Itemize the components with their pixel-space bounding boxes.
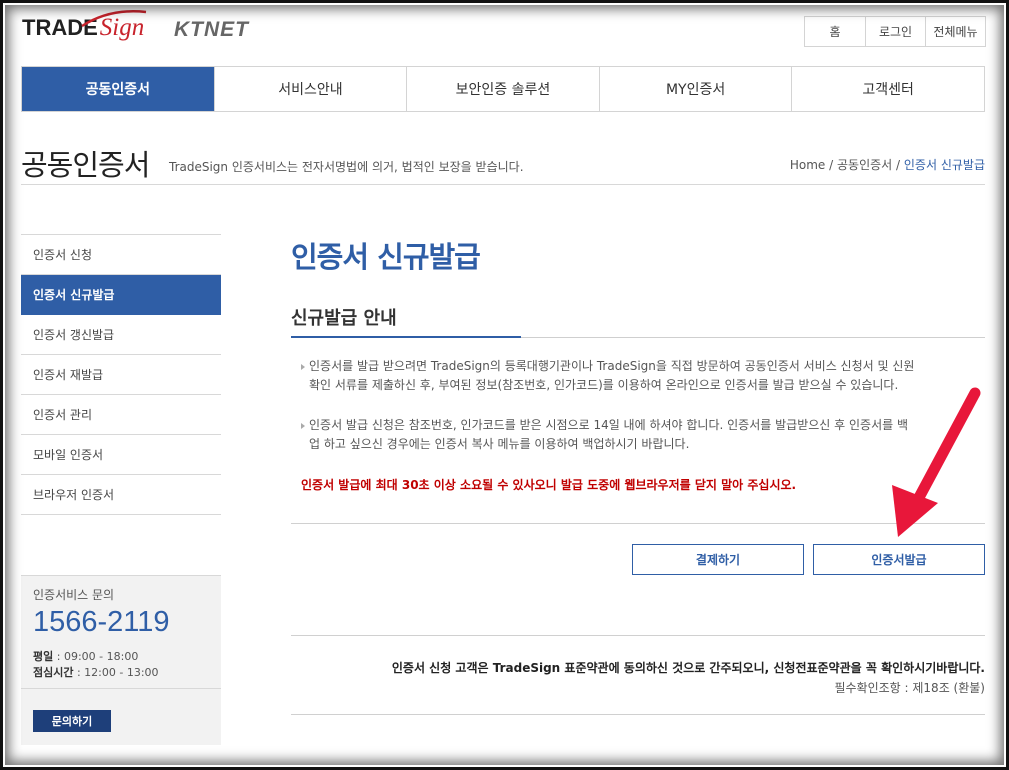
content-title: 인증서 신규발급 — [291, 240, 481, 274]
side-menu-apply[interactable]: 인증서 신청 — [21, 235, 221, 275]
page-title: 공동인증서 — [21, 148, 150, 182]
nav-certificate[interactable]: 공동인증서 — [22, 67, 214, 111]
home-link[interactable]: 홈 — [805, 17, 865, 46]
breadcrumb-current: 인증서 신규발급 — [903, 158, 985, 172]
guide-paragraph-2-line-1: 인증서 발급 신청은 참조번호, 인가코드를 받은 시점으로 14일 내에 하셔… — [309, 418, 908, 432]
breadcrumb-certificate[interactable]: 공동인증서 — [837, 158, 892, 172]
inquiry-button[interactable]: 문의하기 — [33, 710, 111, 732]
side-menu-browser[interactable]: 브라우저 인증서 — [21, 475, 221, 515]
breadcrumb-home[interactable]: Home — [790, 158, 825, 172]
nav-security-solution[interactable]: 보안인증 솔루션 — [406, 67, 599, 111]
subtitle-underline — [291, 336, 521, 338]
contact-lunch: 점심시간 : 12:00 - 13:00 — [33, 664, 159, 680]
annotation-arrow-icon — [892, 387, 981, 537]
side-menu: 인증서 신청 인증서 신규발급 인증서 갱신발급 인증서 재발급 인증서 관리 … — [21, 234, 221, 515]
terms-divider-bottom — [291, 714, 985, 715]
side-menu-new-issue[interactable]: 인증서 신규발급 — [21, 275, 221, 315]
lunch-label: 점심시간 — [33, 666, 74, 679]
guide-paragraph-1: 인증서를 발급 받으려면 TradeSign의 등록대행기관이나 TradeSi… — [309, 357, 979, 395]
page-description: TradeSign 인증서비스는 전자서명법에 의거, 법적인 보장을 받습니다… — [169, 160, 524, 174]
side-menu-manage[interactable]: 인증서 관리 — [21, 395, 221, 435]
ktnet-logo[interactable]: KTNET — [174, 18, 249, 42]
nav-customer-center[interactable]: 고객센터 — [791, 67, 984, 111]
all-menu-link[interactable]: 전체메뉴 — [925, 17, 985, 46]
terms-clause: 필수확인조항 : 제18조 (환불) — [834, 681, 985, 695]
section-subtitle: 신규발급 안내 — [291, 308, 397, 329]
breadcrumb-separator: / — [829, 158, 837, 172]
guide-paragraph-1-line-1: 인증서를 발급 받으려면 TradeSign의 등록대행기관이나 TradeSi… — [309, 359, 915, 373]
issue-certificate-button[interactable]: 인증서발급 — [813, 544, 985, 575]
side-menu-mobile[interactable]: 모바일 인증서 — [21, 435, 221, 475]
breadcrumb-separator: / — [896, 158, 904, 172]
weekday-label: 평일 — [33, 650, 54, 663]
guide-paragraph-2-line-2: 업 하고 싶으신 경우에는 인증서 복사 메뉴를 이용하여 백업하시기 바랍니다… — [309, 437, 690, 451]
breadcrumb: Home / 공동인증서 / 인증서 신규발급 — [790, 156, 985, 173]
terms-notice: 인증서 신청 고객은 TradeSign 표준약관에 동의하신 것으로 간주되오… — [391, 661, 985, 675]
logo-swoosh-icon — [81, 10, 147, 28]
guide-paragraph-1-line-2: 확인 서류를 제출하신 후, 부여된 정보(참조번호, 인가코드)를 이용하여 … — [309, 378, 899, 392]
bullet-icon — [301, 423, 305, 429]
utility-nav: 홈 로그인 전체메뉴 — [804, 16, 986, 47]
contact-divider — [21, 688, 221, 689]
guide-paragraph-2: 인증서 발급 신청은 참조번호, 인가코드를 받은 시점으로 14일 내에 하셔… — [309, 416, 979, 454]
side-menu-renew[interactable]: 인증서 갱신발급 — [21, 315, 221, 355]
login-link[interactable]: 로그인 — [865, 17, 925, 46]
pay-button[interactable]: 결제하기 — [632, 544, 804, 575]
contact-title: 인증서비스 문의 — [33, 588, 115, 602]
terms-divider-top — [291, 635, 985, 636]
contact-weekday: 평일 : 09:00 - 18:00 — [33, 648, 138, 664]
contact-phone: 1566-2119 — [33, 606, 170, 638]
nav-my-certificate[interactable]: MY인증서 — [598, 67, 792, 111]
lunch-time: : 12:00 - 13:00 — [73, 666, 159, 679]
title-divider — [21, 184, 985, 185]
nav-service-info[interactable]: 서비스안내 — [213, 67, 407, 111]
bullet-icon — [301, 364, 305, 370]
contact-box: 인증서비스 문의 1566-2119 평일 : 09:00 - 18:00 점심… — [21, 575, 221, 745]
weekday-time: : 09:00 - 18:00 — [53, 650, 139, 663]
warning-text: 인증서 발급에 최대 30초 이상 소요될 수 있사오니 발급 도중에 웹브라우… — [301, 478, 797, 492]
side-menu-reissue[interactable]: 인증서 재발급 — [21, 355, 221, 395]
main-nav: 공동인증서 서비스안내 보안인증 솔루션 MY인증서 고객센터 — [21, 66, 985, 112]
